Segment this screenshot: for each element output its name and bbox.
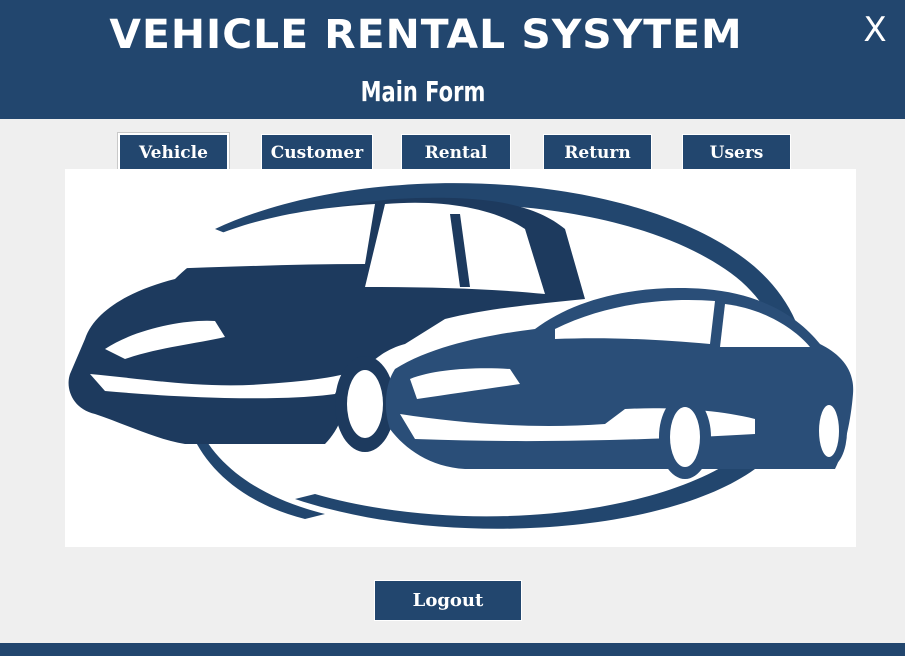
header-bar: VEHICLE RENTAL SYSYTEM Main Form X: [0, 0, 905, 119]
tab-return[interactable]: Return: [544, 135, 651, 172]
logout-button[interactable]: Logout: [375, 581, 521, 620]
tab-vehicle[interactable]: Vehicle: [120, 135, 227, 172]
form-title: Main Form: [360, 75, 486, 108]
close-button[interactable]: X: [852, 8, 898, 52]
tab-users[interactable]: Users: [683, 135, 790, 172]
app-title: VEHICLE RENTAL SYSYTEM: [109, 12, 743, 58]
tab-customer[interactable]: Customer: [262, 135, 372, 172]
tab-rental[interactable]: Rental: [402, 135, 510, 172]
cars-logo-icon: [68, 183, 854, 529]
logo-panel: [65, 169, 856, 547]
footer-bar: [0, 643, 905, 656]
